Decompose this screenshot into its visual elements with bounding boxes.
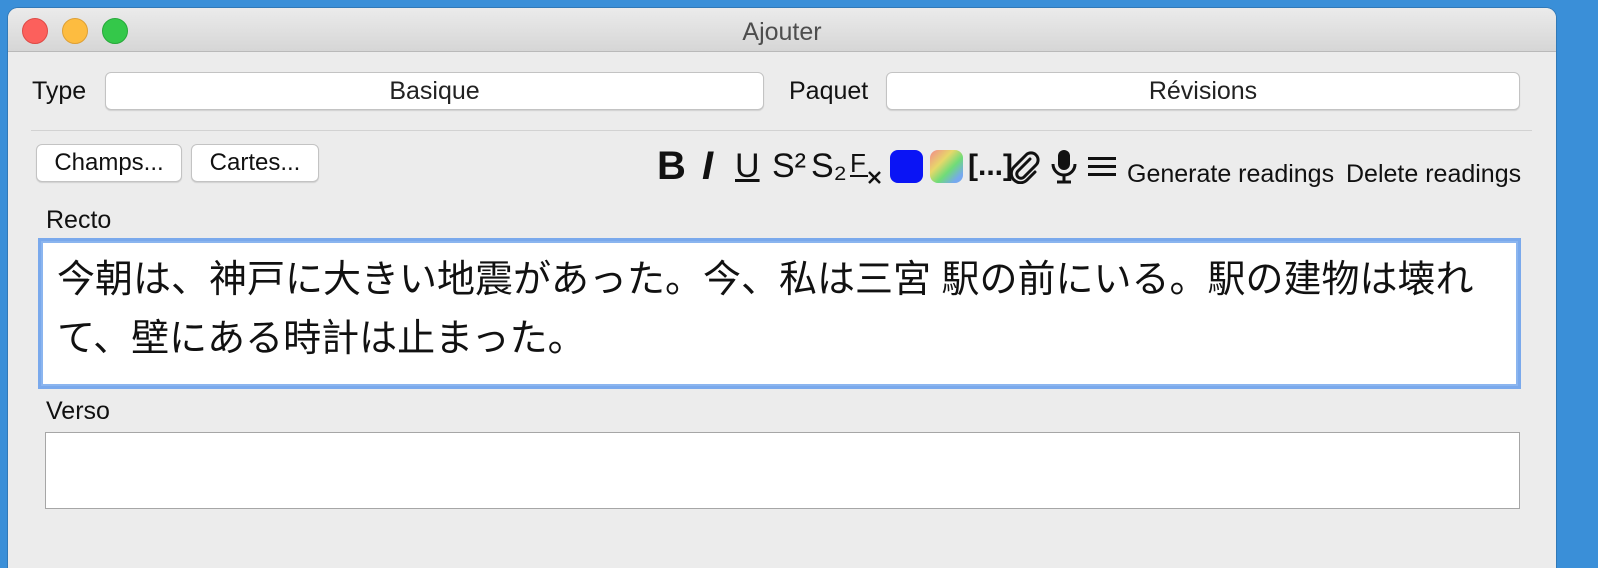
record-audio-button[interactable]: [1048, 148, 1080, 186]
subscript-button[interactable]: S₂: [811, 147, 847, 186]
color-picker-button[interactable]: [930, 150, 963, 183]
superscript-button[interactable]: S²: [772, 147, 806, 186]
paperclip-icon: [1009, 151, 1040, 185]
cloze-button[interactable]: [...]: [968, 149, 1013, 183]
front-field-label: Recto: [46, 206, 112, 234]
divider: [31, 130, 1532, 131]
menu-icon: [1088, 157, 1116, 176]
clear-formatting-icon: F: [850, 148, 881, 184]
front-field-editor[interactable]: 今朝は、神戸に大きい地震があった。今、私は三宮 駅の前にいる。駅の建物は壊れて、…: [41, 241, 1518, 386]
add-note-window: Ajouter Type Basique Paquet Révisions Ch…: [8, 8, 1556, 568]
more-options-button[interactable]: [1087, 154, 1117, 180]
fields-button[interactable]: Champs...: [36, 144, 182, 182]
title-bar: Ajouter: [8, 8, 1556, 52]
window-title: Ajouter: [742, 18, 822, 46]
back-field-label: Verso: [46, 397, 110, 425]
italic-button[interactable]: I: [702, 144, 713, 189]
delete-readings-button[interactable]: Delete readings: [1346, 160, 1521, 189]
deck-label: Paquet: [789, 77, 869, 105]
bold-button[interactable]: B: [657, 144, 686, 189]
deck-selector[interactable]: Révisions: [886, 72, 1520, 110]
attach-button[interactable]: [1008, 150, 1042, 185]
microphone-icon: [1051, 150, 1077, 184]
back-field-editor[interactable]: [45, 432, 1520, 509]
underline-button[interactable]: U: [735, 147, 760, 186]
note-type-label: Type: [32, 77, 87, 105]
text-color-button[interactable]: [890, 150, 923, 183]
svg-text:F: F: [850, 148, 866, 178]
clear-formatting-button[interactable]: F: [849, 148, 883, 184]
generate-readings-button[interactable]: Generate readings: [1127, 160, 1334, 189]
cards-button[interactable]: Cartes...: [191, 144, 319, 182]
note-type-selector[interactable]: Basique: [105, 72, 764, 110]
